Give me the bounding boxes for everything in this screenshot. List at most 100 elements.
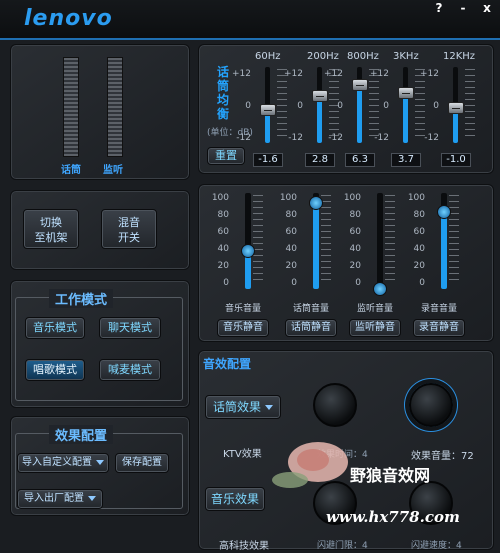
- effect-config-panel: 效果配置 导入自定义配置 保存配置 导入出厂配置: [10, 416, 190, 516]
- save-config-button[interactable]: 保存配置: [115, 453, 169, 473]
- mixer-channel-label: 话筒音量: [293, 304, 330, 314]
- eq-slider-handle[interactable]: [352, 79, 368, 92]
- mixer-slider-track[interactable]: [245, 193, 251, 289]
- mixer-channel-label: 监听音量: [357, 304, 394, 314]
- eq-slider-handle[interactable]: [448, 102, 464, 115]
- switch-rack-label-1: 切换: [40, 216, 62, 229]
- mixer-channel-label: 音乐音量: [225, 304, 262, 314]
- mixer-scale-label: 80: [349, 210, 361, 220]
- eq-scale-label: +12: [370, 69, 389, 79]
- monitor-vu-label: 监听: [103, 165, 123, 176]
- effect-time-knob[interactable]: [313, 383, 357, 427]
- mixer-slider-handle[interactable]: [309, 195, 323, 210]
- mixer-mute-button[interactable]: 监听静音: [349, 319, 401, 337]
- eq-scale-label: +12: [232, 69, 251, 79]
- minimize-button[interactable]: -: [452, 0, 474, 16]
- mic-vu-label: 话筒: [61, 165, 81, 176]
- monitor-vu-meter: [107, 57, 123, 157]
- eq-scale-label: +12: [284, 69, 303, 79]
- eq-value-field[interactable]: 6.3: [345, 153, 375, 167]
- close-button[interactable]: x: [476, 0, 498, 16]
- chevron-down-icon: [96, 459, 104, 465]
- mixer-scale-label: 40: [349, 244, 361, 254]
- chat-mode-button[interactable]: 聊天模式: [99, 317, 161, 339]
- mixer-mute-button[interactable]: 录音静音: [413, 319, 465, 337]
- shout-mode-button[interactable]: 喊麦模式: [99, 359, 161, 381]
- eq-scale-label: -12: [374, 133, 389, 143]
- chevron-down-icon: [265, 405, 273, 410]
- ktv-effect-label: KTV效果: [223, 449, 262, 460]
- mixer-ticks: [253, 195, 263, 285]
- eq-scale-label: 0: [297, 101, 303, 111]
- work-mode-panel: 工作模式 音乐模式 聊天模式 唱歌模式 喊麦模式: [10, 280, 190, 408]
- mixer-scale-label: 0: [291, 278, 297, 288]
- eq-scale-label: +12: [420, 69, 439, 79]
- mic-eq-panel: 话筒均衡 (单位：dB) 重置 60Hz +12 0 -12 -1.6 200Hz +12 0…: [198, 44, 494, 174]
- effect-volume-knob[interactable]: [409, 383, 453, 427]
- eq-scale-label: +12: [324, 69, 343, 79]
- mixer-ticks: [385, 195, 395, 285]
- import-factory-config-button[interactable]: 导入出厂配置: [17, 489, 103, 509]
- mixer-scale-label: 100: [343, 193, 361, 203]
- mixer-slider-track[interactable]: [377, 193, 383, 289]
- eq-band-freq: 800Hz: [347, 51, 379, 62]
- eq-scale-label: 0: [337, 101, 343, 111]
- mixer-slider-handle[interactable]: [241, 243, 255, 258]
- eq-scale-label: 0: [245, 101, 251, 111]
- eq-slider-track[interactable]: [403, 67, 408, 143]
- mixer-scale-label: 80: [217, 210, 229, 220]
- eq-scale-label: 0: [383, 101, 389, 111]
- gate-threshold-label: 闪避门限：4: [317, 541, 368, 551]
- help-button[interactable]: ?: [428, 0, 450, 16]
- mixer-scale-label: 80: [285, 210, 297, 220]
- mixer-mute-button[interactable]: 话筒静音: [285, 319, 337, 337]
- switch-rack-button[interactable]: 切换 至机架: [23, 209, 79, 249]
- mix-label-2: 开关: [118, 231, 140, 244]
- mix-toggle-button[interactable]: 混音 开关: [101, 209, 157, 249]
- mixer-scale-label: 0: [355, 278, 361, 288]
- mixer-scale-label: 60: [285, 227, 297, 237]
- mixer-scale-label: 0: [419, 278, 425, 288]
- mixer-scale-label: 20: [285, 261, 297, 271]
- eq-value-field[interactable]: -1.0: [441, 153, 471, 167]
- import-factory-label: 导入出厂配置: [24, 493, 84, 504]
- mic-effect-button[interactable]: 话筒效果: [205, 395, 281, 419]
- eq-slider-fill: [357, 85, 362, 143]
- title-bar: lenovo ? - x: [0, 0, 500, 40]
- eq-band-freq: 200Hz: [307, 51, 339, 62]
- mixer-scale-label: 100: [279, 193, 297, 203]
- mixer-scale-label: 20: [217, 261, 229, 271]
- eq-reset-button[interactable]: 重置: [207, 147, 245, 165]
- switch-rack-label-2: 至机架: [34, 231, 68, 244]
- eq-value-field[interactable]: 3.7: [391, 153, 421, 167]
- site-watermark: 野狼音效网: [350, 466, 431, 485]
- mixer-ticks: [321, 195, 331, 285]
- eq-value-field[interactable]: 2.8: [305, 153, 335, 167]
- effect-volume-label: 效果音量：72: [411, 451, 474, 462]
- import-custom-label: 导入自定义配置: [22, 457, 92, 468]
- mixer-scale-label: 0: [223, 278, 229, 288]
- mixer-scale-label: 20: [413, 261, 425, 271]
- eq-band-freq: 12KHz: [443, 51, 476, 62]
- eq-value-field[interactable]: -1.6: [253, 153, 283, 167]
- sing-mode-button[interactable]: 唱歌模式: [25, 359, 85, 381]
- mixer-slider-handle[interactable]: [373, 282, 387, 296]
- mixer-mute-button[interactable]: 音乐静音: [217, 319, 269, 337]
- music-mode-button[interactable]: 音乐模式: [25, 317, 85, 339]
- mixer-scale-label: 60: [349, 227, 361, 237]
- sound-effect-title: 音效配置: [203, 357, 252, 371]
- mixer-slider-fill: [313, 202, 319, 289]
- mic-effect-label: 话筒效果: [212, 400, 261, 414]
- eq-band-freq: 60Hz: [255, 51, 281, 62]
- mixer-scale-label: 100: [211, 193, 229, 203]
- music-effect-button[interactable]: 音乐效果: [205, 487, 265, 511]
- eq-scale-label: -12: [288, 133, 303, 143]
- eq-slider-handle[interactable]: [260, 104, 276, 117]
- mixer-scale-label: 40: [285, 244, 297, 254]
- eq-scale-label: -12: [236, 133, 251, 143]
- eq-scale-label: 0: [433, 101, 439, 111]
- mixer-panel: 100 80 60 40 20 0 音乐音量音乐静音 100 80 60 40 20 0 话筒音量话筒静音…: [198, 184, 494, 342]
- work-mode-title: 工作模式: [49, 289, 114, 308]
- import-custom-config-button[interactable]: 导入自定义配置: [17, 453, 109, 473]
- eq-slider-handle[interactable]: [398, 87, 414, 100]
